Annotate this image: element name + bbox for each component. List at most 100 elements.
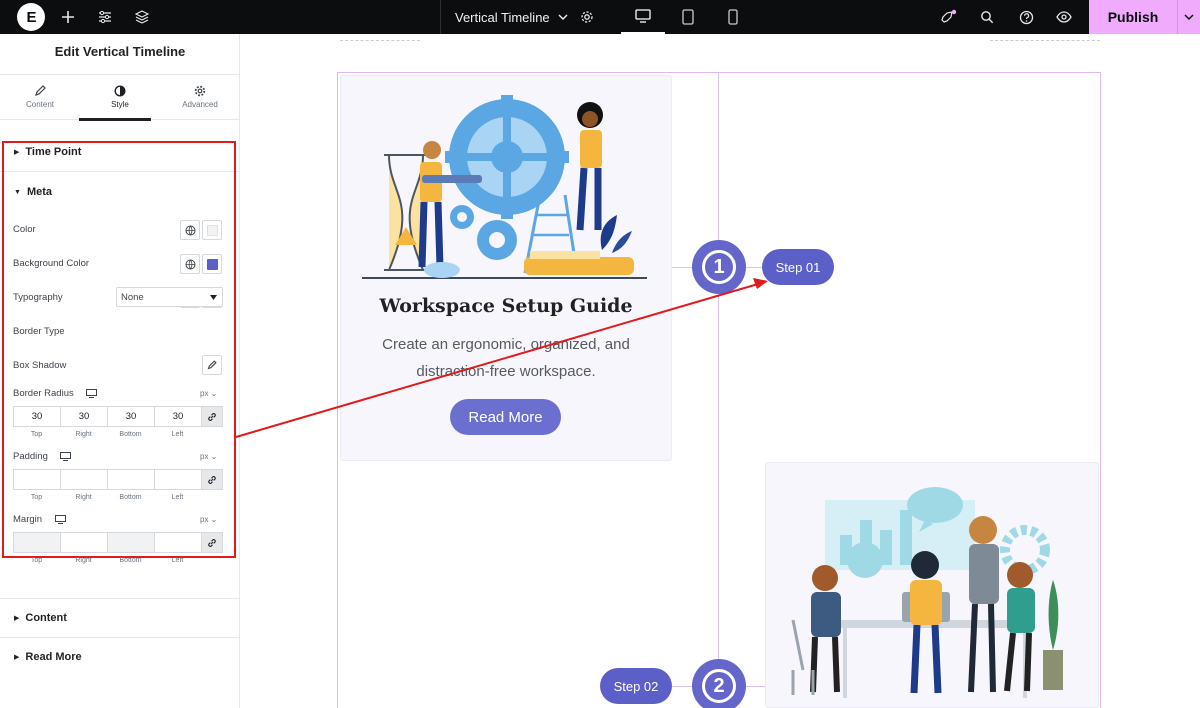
padding-bottom-input[interactable] <box>107 469 154 490</box>
color-swatch[interactable] <box>202 220 222 240</box>
top-bar: E Vertical Timeline Publish <box>0 0 1200 34</box>
tab-style-label: Style <box>111 100 129 109</box>
step-1-meta-pill[interactable]: Step 01 <box>762 249 834 285</box>
step-1-number: 1 <box>702 250 736 284</box>
desktop-view-icon[interactable] <box>621 0 665 34</box>
margin-top-input[interactable] <box>13 532 60 553</box>
step-1-circle[interactable]: 1 <box>692 240 746 294</box>
border-type-select[interactable]: None <box>116 287 223 307</box>
dim-label-bottom: Bottom <box>119 431 142 438</box>
margin-bottom-input[interactable] <box>107 532 154 553</box>
desktop-responsive-icon[interactable] <box>60 452 71 461</box>
tab-style[interactable]: Style <box>80 75 160 119</box>
pencil-icon <box>35 85 46 96</box>
padding-unit: px <box>200 452 209 461</box>
document-title: Vertical Timeline <box>455 9 550 25</box>
dim-label-top: Top <box>30 557 43 564</box>
margin-unit-select[interactable]: px ⌄ <box>200 515 217 524</box>
caret-down-icon <box>210 294 217 300</box>
link-values-icon[interactable] <box>201 406 223 427</box>
elementor-logo-icon[interactable]: E <box>17 3 45 31</box>
border-type-label: Border Type <box>13 326 65 337</box>
desktop-responsive-icon[interactable] <box>55 515 66 524</box>
tab-content[interactable]: Content <box>0 75 80 119</box>
publish-button[interactable]: Publish <box>1089 0 1177 34</box>
page-settings-gear-icon[interactable] <box>578 0 596 34</box>
mobile-view-icon[interactable] <box>711 0 755 34</box>
active-tab-indicator <box>79 118 151 121</box>
border-radius-left-input[interactable]: 30 <box>154 406 201 427</box>
panel-tabs: Content Style Advanced <box>0 74 240 120</box>
site-settings-icon[interactable] <box>97 0 113 34</box>
border-radius-right-input[interactable]: 30 <box>60 406 107 427</box>
border-type-value: None <box>121 291 144 303</box>
step-2-circle[interactable]: 2 <box>692 659 746 708</box>
section-content-label: Content <box>25 612 67 624</box>
color-label: Color <box>13 224 36 235</box>
padding-dim-labels: Top Right Bottom Left <box>13 494 201 501</box>
search-icon[interactable] <box>978 0 996 34</box>
border-radius-unit: px <box>200 389 209 398</box>
section-content[interactable]: ▶ Content <box>0 599 240 637</box>
structure-layers-icon[interactable] <box>134 0 150 34</box>
caret-right-icon: ▶ <box>14 615 20 622</box>
dim-label-bottom: Bottom <box>119 494 142 501</box>
border-radius-dim-labels: Top Right Bottom Left <box>13 431 201 438</box>
container-outline <box>990 40 1100 41</box>
margin-label: Margin <box>13 514 43 525</box>
border-radius-inputs: 30 30 30 30 <box>13 406 223 427</box>
chevron-down-icon <box>558 14 568 20</box>
dim-label-right: Right <box>75 557 92 564</box>
dim-label-bottom: Bottom <box>119 557 142 564</box>
tab-content-label: Content <box>25 100 55 109</box>
padding-label: Padding <box>13 451 48 462</box>
panel-title: Edit Vertical Timeline <box>54 44 186 59</box>
typography-label: Typography <box>13 292 63 303</box>
background-color-swatch[interactable] <box>202 254 222 274</box>
link-values-icon[interactable] <box>201 532 223 553</box>
timeline-line <box>718 72 719 708</box>
padding-unit-select[interactable]: px ⌄ <box>200 452 217 461</box>
margin-dim-labels: Top Right Bottom Left <box>13 557 201 564</box>
margin-left-input[interactable] <box>154 532 201 553</box>
preview-eye-icon[interactable] <box>1055 0 1073 34</box>
connector-line <box>672 267 692 268</box>
padding-top-input[interactable] <box>13 469 60 490</box>
connector-line <box>672 686 692 687</box>
margin-right-input[interactable] <box>60 532 107 553</box>
section-meta[interactable]: ▼ Meta <box>0 173 240 211</box>
caret-right-icon: ▶ <box>14 654 20 661</box>
tab-advanced-label: Advanced <box>182 100 218 109</box>
background-color-global-globe-icon[interactable] <box>180 254 200 274</box>
card-1-title: Workspace Setup Guide <box>379 295 633 317</box>
gear-icon <box>194 85 206 97</box>
dim-label-top: Top <box>30 431 43 438</box>
color-global-globe-icon[interactable] <box>180 220 200 240</box>
tablet-view-icon[interactable] <box>666 0 710 34</box>
connector-line <box>746 686 765 687</box>
padding-inputs <box>13 469 223 490</box>
margin-inputs <box>13 532 223 553</box>
publish-options-chevron-icon[interactable] <box>1177 0 1200 34</box>
box-shadow-edit-pencil-icon[interactable] <box>202 355 222 375</box>
link-values-icon[interactable] <box>201 469 223 490</box>
add-element-icon[interactable] <box>60 0 76 34</box>
dim-label-right: Right <box>75 431 92 438</box>
help-icon[interactable] <box>1017 0 1035 34</box>
tab-advanced[interactable]: Advanced <box>160 75 240 119</box>
dim-label-left: Left <box>171 431 184 438</box>
desktop-responsive-icon[interactable] <box>86 389 97 398</box>
padding-left-input[interactable] <box>154 469 201 490</box>
contrast-icon <box>114 85 126 97</box>
read-more-button[interactable]: Read More <box>450 399 561 435</box>
border-radius-bottom-input[interactable]: 30 <box>107 406 154 427</box>
border-radius-unit-select[interactable]: px ⌄ <box>200 389 217 398</box>
section-read-more[interactable]: ▶ Read More <box>0 638 240 676</box>
padding-right-input[interactable] <box>60 469 107 490</box>
box-shadow-label: Box Shadow <box>13 360 67 371</box>
section-meta-label: Meta <box>26 186 52 198</box>
border-radius-top-input[interactable]: 30 <box>13 406 60 427</box>
margin-unit: px <box>200 515 209 524</box>
step-2-meta-pill[interactable]: Step 02 <box>600 668 672 704</box>
notifications-rocket-icon[interactable] <box>940 0 958 34</box>
